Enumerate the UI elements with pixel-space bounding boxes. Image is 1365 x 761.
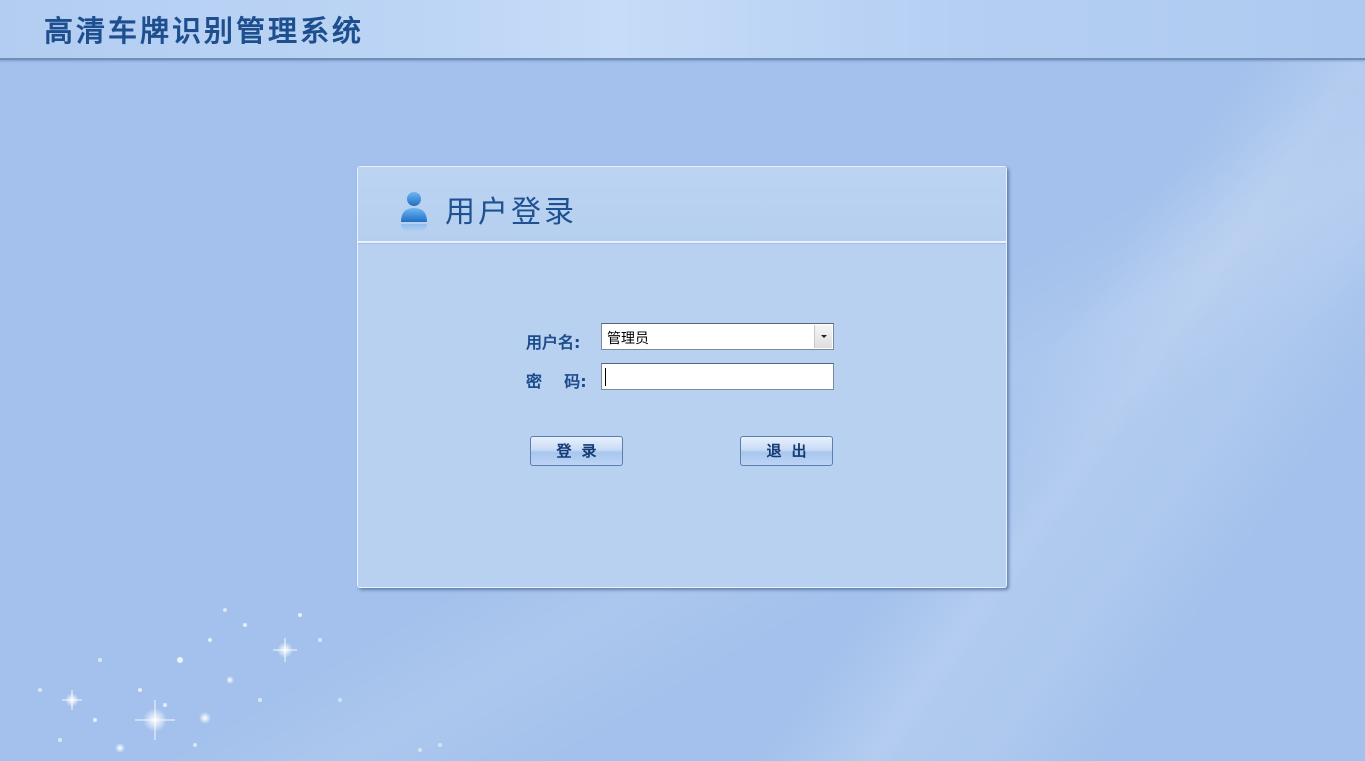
header-bar: 高清车牌识别管理系统: [0, 0, 1365, 60]
exit-button[interactable]: 退出: [740, 436, 833, 466]
password-field[interactable]: [601, 363, 834, 390]
login-panel: 用户登录 用户名: 管理员 密 码: 登录 退出: [357, 166, 1007, 588]
login-button[interactable]: 登录: [530, 436, 623, 466]
chevron-down-icon[interactable]: [814, 325, 832, 348]
username-select[interactable]: 管理员: [601, 323, 834, 350]
password-label: 密 码:: [526, 372, 587, 391]
user-icon: [401, 192, 427, 232]
login-title: 用户登录: [445, 195, 577, 230]
username-select-value: 管理员: [607, 331, 649, 347]
username-label: 用户名:: [526, 333, 581, 352]
login-panel-header: 用户登录: [358, 167, 1006, 244]
app-title: 高清车牌识别管理系统: [44, 14, 365, 48]
text-cursor: [605, 368, 606, 386]
